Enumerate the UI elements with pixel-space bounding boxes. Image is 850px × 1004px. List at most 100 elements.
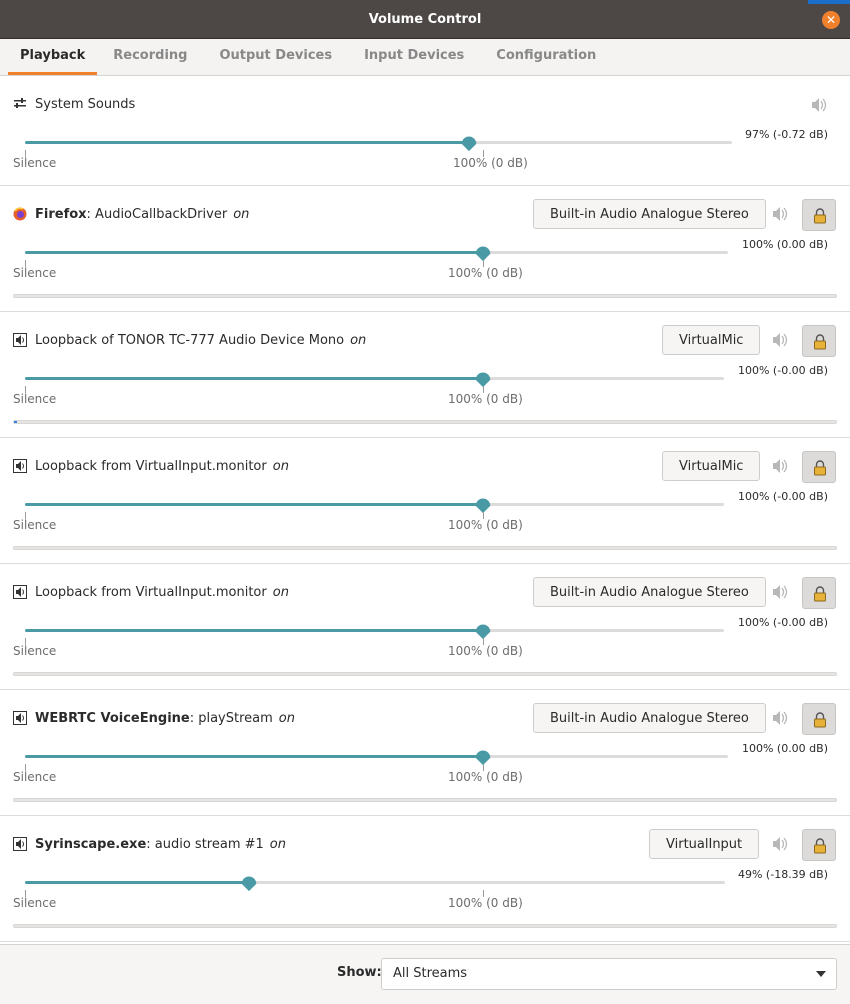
silence-label: Silence: [13, 518, 57, 532]
volume-slider-track[interactable]: [25, 755, 728, 758]
volume-slider-handle[interactable]: [473, 746, 493, 766]
stream-media-name: : playStream: [189, 710, 273, 726]
titlebar-accent-strip: [808, 0, 850, 4]
volume-slider-track[interactable]: [25, 881, 725, 884]
stream-state: on: [272, 584, 289, 600]
lock-channels-button[interactable]: [802, 829, 836, 861]
tab-playback[interactable]: Playback: [8, 39, 98, 75]
tab-recording[interactable]: Recording: [97, 39, 203, 75]
close-button[interactable]: ✕: [822, 11, 840, 29]
stream-row: Syrinscape.exe: audio stream #1 on Virtual…: [0, 816, 850, 942]
volume-slider-track[interactable]: [25, 251, 728, 254]
silence-label: Silence: [13, 266, 57, 280]
show-streams-select[interactable]: All Streams: [381, 958, 837, 990]
stream-name: System Sounds: [35, 96, 136, 112]
volume-slider-handle[interactable]: [473, 242, 493, 262]
lock-channels-button[interactable]: [802, 577, 836, 609]
output-device-button[interactable]: Built-in Audio Analogue Stereo: [533, 199, 766, 229]
volume-slider-track[interactable]: [25, 141, 732, 144]
lock-icon: [814, 460, 826, 476]
stream-name: Loopback of TONOR TC-777 Audio Device Mo…: [35, 333, 366, 348]
speaker-icon: [13, 585, 27, 599]
stream-name: Loopback from VirtualInput.monitor on: [35, 585, 289, 600]
stream-app-name: Syrinscape.exe: [35, 836, 147, 852]
volume-slider-track[interactable]: [25, 377, 724, 380]
peak-meter: [13, 924, 837, 928]
unity-label: 100% (0 dB): [448, 896, 523, 910]
output-device-button[interactable]: VirtualInput: [649, 829, 760, 859]
stream-media-name: : audio stream #1: [146, 836, 264, 852]
output-device-button[interactable]: Built-in Audio Analogue Stereo: [533, 577, 766, 607]
stream-row: Firefox: AudioCallbackDriver on Built-in A…: [0, 186, 850, 312]
stream-state: on: [233, 206, 250, 222]
stream-state: on: [269, 836, 286, 852]
stream-state: on: [278, 710, 295, 726]
tab-configuration[interactable]: Configuration: [480, 39, 612, 75]
volume-slider-handle[interactable]: [473, 494, 493, 514]
peak-meter: [13, 798, 837, 802]
stream-head: Loopback from VirtualInput.monitor on: [13, 577, 289, 607]
unity-label: 100% (0 dB): [448, 770, 523, 784]
volume-level-text: 97% (-0.72 dB): [744, 128, 828, 141]
volume-slider-handle[interactable]: [473, 620, 493, 640]
stream-name: Loopback from VirtualInput.monitor on: [35, 459, 289, 474]
unity-label: 100% (0 dB): [453, 156, 528, 170]
volume-slider-handle[interactable]: [239, 872, 259, 892]
lock-channels-button[interactable]: [802, 451, 836, 483]
volume-slider-track[interactable]: [25, 503, 724, 506]
stream-row: Loopback from VirtualInput.monitor on Buil…: [0, 564, 850, 690]
stream-state: on: [350, 332, 367, 348]
stream-media-name: Loopback of TONOR TC-777 Audio Device Mo…: [35, 332, 345, 348]
silence-label: Silence: [13, 156, 57, 170]
tab-bar: Playback Recording Output Devices Input …: [0, 39, 850, 76]
stream-head: Loopback from VirtualInput.monitor on: [13, 451, 289, 481]
silence-label: Silence: [13, 644, 57, 658]
stream-app-name: Firefox: [35, 206, 87, 222]
lock-icon: [814, 586, 826, 602]
stream-row: Loopback of TONOR TC-777 Audio Device Mo…: [0, 312, 850, 438]
tab-output-devices[interactable]: Output Devices: [203, 39, 348, 75]
volume-mute-icon[interactable]: [771, 835, 789, 853]
stream-media-name: Loopback from VirtualInput.monitor: [35, 584, 267, 600]
speaker-icon: [13, 711, 27, 725]
output-device-button[interactable]: Built-in Audio Analogue Stereo: [533, 703, 766, 733]
window-titlebar: Volume Control ✕: [0, 0, 850, 39]
peak-meter: [13, 672, 837, 676]
volume-mute-icon[interactable]: [810, 96, 828, 114]
lock-channels-button[interactable]: [802, 325, 836, 357]
volume-slider-track[interactable]: [25, 629, 724, 632]
volume-mute-icon[interactable]: [771, 331, 789, 349]
silence-label: Silence: [13, 770, 57, 784]
show-streams-value: All Streams: [393, 966, 468, 981]
speaker-icon: [13, 459, 27, 473]
peak-meter: [13, 420, 837, 424]
unity-label: 100% (0 dB): [448, 518, 523, 532]
volume-level-text: 100% (0.00 dB): [741, 742, 828, 755]
silence-label: Silence: [13, 392, 57, 406]
show-label: Show:: [337, 965, 382, 980]
lock-channels-button[interactable]: [802, 199, 836, 231]
system-sounds-row: System Sounds 97% (-0.72 dB) Silence 100…: [0, 76, 850, 186]
stream-app-name: WEBRTC VoiceEngine: [35, 710, 190, 726]
output-device-button[interactable]: VirtualMic: [662, 451, 761, 481]
unity-label: 100% (0 dB): [448, 644, 523, 658]
stream-media-name: Loopback from VirtualInput.monitor: [35, 458, 267, 474]
system-sounds-head: System Sounds: [13, 89, 135, 119]
volume-mute-icon[interactable]: [771, 457, 789, 475]
stream-row: Loopback from VirtualInput.monitor on Virt…: [0, 438, 850, 564]
firefox-icon: [13, 207, 27, 221]
output-device-button[interactable]: VirtualMic: [662, 325, 761, 355]
unity-label: 100% (0 dB): [448, 266, 523, 280]
stream-name: WEBRTC VoiceEngine: playStream on: [35, 711, 295, 726]
volume-level-text: 100% (-0.00 dB): [737, 490, 828, 503]
tab-input-devices[interactable]: Input Devices: [348, 39, 480, 75]
volume-mute-icon[interactable]: [771, 583, 789, 601]
speaker-icon: [13, 837, 27, 851]
volume-slider-handle[interactable]: [473, 368, 493, 388]
volume-slider-handle[interactable]: [459, 132, 479, 152]
lock-channels-button[interactable]: [802, 703, 836, 735]
volume-level-text: 100% (-0.00 dB): [737, 364, 828, 377]
stream-head: Firefox: AudioCallbackDriver on: [13, 199, 249, 229]
volume-mute-icon[interactable]: [771, 709, 789, 727]
volume-mute-icon[interactable]: [771, 205, 789, 223]
